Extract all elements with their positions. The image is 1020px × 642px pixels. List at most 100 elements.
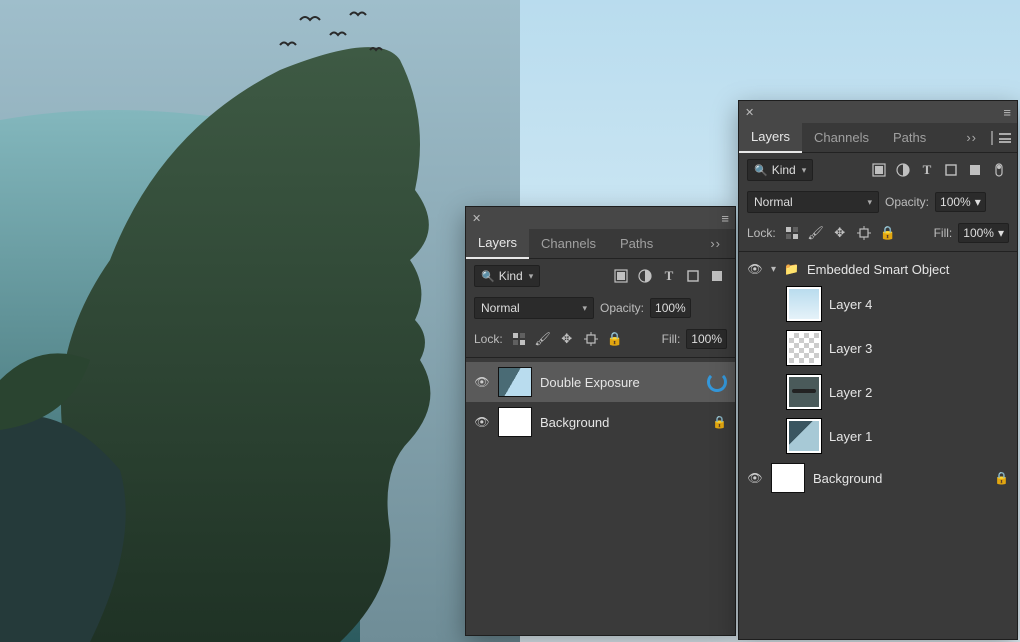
group-children: Layer 4 Layer 3 Layer 2 Layer 1 — [739, 282, 1017, 458]
filter-kind-dropdown[interactable]: 🔍 Kind ▾ — [474, 265, 540, 287]
fill-label: Fill: — [934, 226, 953, 240]
filter-kind-label: Kind — [499, 269, 523, 283]
layer-row-layer1[interactable]: Layer 1 — [779, 414, 1017, 458]
panel-menu-icon[interactable]: ≡ — [1003, 105, 1011, 120]
lock-transparent-icon[interactable] — [509, 329, 529, 349]
panel1-filter-row: 🔍 Kind ▾ T — [466, 259, 735, 293]
lock-all-icon[interactable]: 🔒 — [605, 329, 625, 349]
blend-mode-value: Normal — [754, 195, 793, 209]
panel2-titlebar: ✕ ≡ — [739, 101, 1017, 123]
expand-icon[interactable]: ›› — [710, 236, 721, 251]
tab-paths[interactable]: Paths — [881, 123, 938, 153]
layers-panel-2: ✕ ≡ Layers Channels Paths ›› 🔍 Kind ▾ T … — [738, 100, 1018, 640]
lock-label: Lock: — [474, 332, 503, 346]
visibility-icon[interactable]: 👁 — [474, 375, 490, 389]
filter-smart-icon[interactable] — [965, 160, 985, 180]
layer-name: Layer 4 — [829, 297, 1009, 312]
visibility-icon[interactable]: 👁 — [747, 471, 763, 485]
opacity-label: Opacity: — [600, 301, 644, 315]
layer-thumbnail — [498, 407, 532, 437]
panel1-titlebar: ✕ ≡ — [466, 207, 735, 229]
filter-adjust-icon[interactable] — [893, 160, 913, 180]
filter-shape-icon[interactable] — [941, 160, 961, 180]
tab-layers[interactable]: Layers — [466, 229, 529, 259]
opacity-value[interactable]: 100% — [650, 298, 691, 318]
filter-smart-icon[interactable] — [707, 266, 727, 286]
tab-paths[interactable]: Paths — [608, 229, 665, 259]
lock-artboard-icon[interactable] — [854, 223, 874, 243]
separator — [991, 131, 993, 145]
filter-kind-label: Kind — [772, 163, 796, 177]
layer-thumbnail — [787, 419, 821, 453]
filter-kind-dropdown[interactable]: 🔍 Kind ▾ — [747, 159, 813, 181]
filter-pixel-icon[interactable] — [869, 160, 889, 180]
fill-value[interactable]: 100% — [686, 329, 727, 349]
layer-thumbnail — [498, 367, 532, 397]
blend-mode-dropdown[interactable]: Normal ▾ — [747, 191, 879, 213]
filter-adjust-icon[interactable] — [635, 266, 655, 286]
layer-row-double-exposure[interactable]: 👁 Double Exposure — [466, 362, 735, 402]
layer-thumbnail — [771, 463, 805, 493]
lock-icon: 🔒 — [712, 415, 727, 429]
layer-name: Background — [540, 415, 704, 430]
panel2-tabs: Layers Channels Paths ›› — [739, 123, 1017, 153]
lock-move-icon[interactable]: ✥ — [557, 329, 577, 349]
layer-thumbnail — [787, 375, 821, 409]
blend-mode-value: Normal — [481, 301, 520, 315]
lock-artboard-icon[interactable] — [581, 329, 601, 349]
panel1-lock-row: Lock: 🖌 ✥ 🔒 Fill: 100% — [466, 325, 735, 358]
opacity-label: Opacity: — [885, 195, 929, 209]
chevron-down-icon[interactable]: ▾ — [771, 264, 776, 275]
panel1-layer-list: 👁 Double Exposure 👁 Background 🔒 — [466, 358, 735, 635]
layers-panel-1: ✕ ≡ Layers Channels Paths ›› 🔍 Kind ▾ T … — [465, 206, 736, 636]
filter-type-icon[interactable]: T — [917, 160, 937, 180]
lock-transparent-icon[interactable] — [782, 223, 802, 243]
expand-icon[interactable]: ›› — [966, 130, 977, 145]
layer-row-layer2[interactable]: Layer 2 — [779, 370, 1017, 414]
opacity-value[interactable]: 100%▾ — [935, 192, 986, 212]
filter-type-icon[interactable]: T — [659, 266, 679, 286]
filter-shape-icon[interactable] — [683, 266, 703, 286]
close-icon[interactable]: ✕ — [472, 212, 481, 225]
panel1-blend-row: Normal ▾ Opacity: 100% — [466, 293, 735, 325]
close-icon[interactable]: ✕ — [745, 106, 754, 119]
filter-toggle-icon[interactable] — [989, 160, 1009, 180]
layer-name: Double Exposure — [540, 375, 699, 390]
blend-mode-dropdown[interactable]: Normal ▾ — [474, 297, 594, 319]
visibility-icon[interactable]: 👁 — [474, 415, 490, 429]
lock-move-icon[interactable]: ✥ — [830, 223, 850, 243]
panel2-layer-list: 👁 ▾ 📁 Embedded Smart Object Layer 4 Laye… — [739, 252, 1017, 639]
layer-thumbnail — [787, 287, 821, 321]
layer-name: Background — [813, 471, 986, 486]
lock-all-icon[interactable]: 🔒 — [878, 223, 898, 243]
layer-name: Layer 1 — [829, 429, 1009, 444]
lock-brush-icon[interactable]: 🖌 — [533, 329, 553, 349]
layer-name: Layer 3 — [829, 341, 1009, 356]
panel2-blend-row: Normal ▾ Opacity: 100%▾ — [739, 187, 1017, 219]
panel-menu-icon[interactable]: ≡ — [721, 211, 729, 226]
layer-row-layer3[interactable]: Layer 3 — [779, 326, 1017, 370]
fill-label: Fill: — [662, 332, 681, 346]
lock-label: Lock: — [747, 226, 776, 240]
tab-layers[interactable]: Layers — [739, 123, 802, 153]
layer-row-background[interactable]: 👁 Background 🔒 — [739, 458, 1017, 498]
panel2-lock-row: Lock: 🖌 ✥ 🔒 Fill: 100%▾ — [739, 219, 1017, 252]
panel1-tabs: Layers Channels Paths ›› — [466, 229, 735, 259]
panel2-filter-row: 🔍 Kind ▾ T — [739, 153, 1017, 187]
tab-channels[interactable]: Channels — [802, 123, 881, 153]
filter-pixel-icon[interactable] — [611, 266, 631, 286]
layer-name: Layer 2 — [829, 385, 1009, 400]
layer-row-background[interactable]: 👁 Background 🔒 — [466, 402, 735, 442]
canvas-artwork — [0, 0, 520, 642]
visibility-icon[interactable]: 👁 — [747, 262, 763, 276]
spinner-icon — [707, 372, 727, 392]
lock-icon: 🔒 — [994, 471, 1009, 485]
layer-row-layer4[interactable]: Layer 4 — [779, 282, 1017, 326]
fill-value[interactable]: 100%▾ — [958, 223, 1009, 243]
folder-icon: 📁 — [784, 262, 799, 276]
tab-channels[interactable]: Channels — [529, 229, 608, 259]
group-row-smart-object[interactable]: 👁 ▾ 📁 Embedded Smart Object — [739, 256, 1017, 282]
layer-thumbnail — [787, 331, 821, 365]
panel-list-icon[interactable] — [999, 133, 1011, 143]
lock-brush-icon[interactable]: 🖌 — [806, 223, 826, 243]
